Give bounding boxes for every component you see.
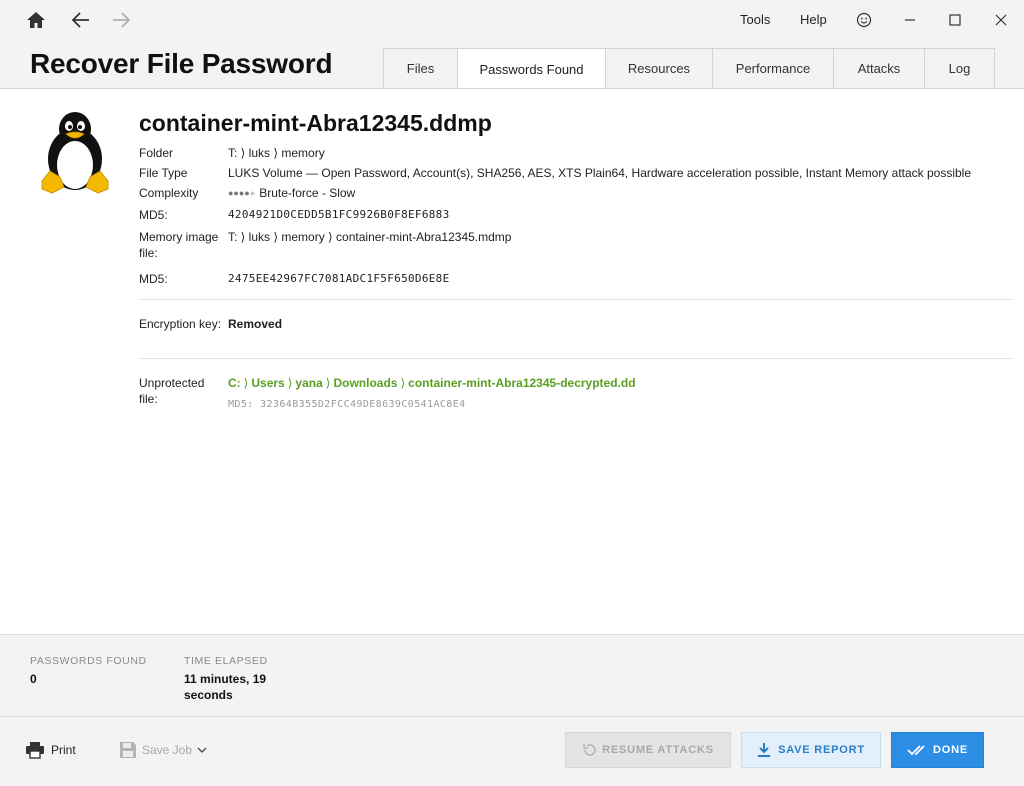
home-icon[interactable]: [25, 9, 47, 31]
unprotected-file-label: Unprotected file:: [139, 376, 205, 406]
done-button[interactable]: DONE: [891, 732, 984, 768]
tab-bar: Files Passwords Found Resources Performa…: [383, 48, 995, 90]
path-separator-icon: ⟩: [400, 376, 406, 390]
close-icon[interactable]: [989, 8, 1013, 32]
print-button[interactable]: Print: [25, 741, 76, 759]
complexity-label: Complexity: [139, 186, 199, 200]
memory-image-label: Memory image file:: [139, 230, 219, 260]
path-separator-icon: ⟩: [325, 376, 331, 390]
footer-toolbar: Print Save Job RESUME ATTACKS SAVE REPOR…: [0, 716, 1024, 786]
tux-penguin-icon: [38, 111, 112, 195]
file-name: container-mint-Abra12345.ddmp: [139, 110, 492, 136]
resume-attacks-button[interactable]: RESUME ATTACKS: [565, 732, 731, 768]
tab-attacks[interactable]: Attacks: [834, 48, 925, 89]
md5-value: 4204921D0CEDD5B1FC9926B0F8EF6883: [228, 208, 450, 221]
path-segment: Users: [251, 376, 285, 390]
path-segment: C:: [228, 376, 241, 390]
print-label: Print: [51, 743, 76, 757]
time-elapsed-value: 11 minutes, 19 seconds: [184, 672, 267, 702]
encryption-key-value: Removed: [228, 317, 283, 331]
path-separator-icon: ⟩: [287, 376, 293, 390]
path-segment: yana: [295, 376, 323, 390]
tab-passwords-found[interactable]: Passwords Found: [458, 48, 606, 90]
floppy-disk-icon: [119, 741, 137, 759]
complexity-dots-icon: ●●●●●: [228, 188, 256, 198]
tab-log[interactable]: Log: [925, 48, 995, 89]
save-job-label: Save Job: [142, 743, 193, 757]
folder-value: T: ⟩ luks ⟩ memory: [228, 146, 325, 160]
path-segment: container-mint-Abra12345-decrypted.dd: [408, 376, 636, 390]
encryption-key-label: Encryption key:: [139, 317, 222, 331]
divider: [139, 299, 1013, 300]
stats-bar: PASSWORDS FOUND 0 TIME ELAPSED 11 minute…: [0, 634, 1024, 716]
md5-label: MD5:: [139, 208, 168, 222]
menu-help[interactable]: Help: [800, 12, 827, 27]
tab-files[interactable]: Files: [383, 48, 458, 89]
path-segment: Downloads: [333, 376, 398, 390]
file-type-value: LUKS Volume — Open Password, Account(s),…: [228, 166, 972, 180]
unprotected-file-path[interactable]: C: ⟩ Users ⟩ yana ⟩ Downloads ⟩ container-mint-A…: [228, 375, 636, 391]
done-label: DONE: [933, 744, 968, 756]
time-elapsed-caption: TIME ELAPSED: [184, 655, 268, 667]
minimize-icon[interactable]: [898, 8, 922, 32]
passwords-found-panel: container-mint-Abra12345.ddmp Folder T: …: [0, 88, 1024, 634]
complexity-value-group: ●●●●● Brute-force - Slow: [228, 185, 355, 201]
md5-memory-label: MD5:: [139, 272, 168, 286]
tab-performance[interactable]: Performance: [713, 48, 834, 89]
forward-arrow-icon[interactable]: [110, 9, 132, 31]
divider: [139, 358, 1013, 359]
passwords-found-caption: PASSWORDS FOUND: [30, 655, 147, 667]
save-job-button[interactable]: Save Job: [119, 741, 207, 759]
file-type-label: File Type: [139, 166, 188, 180]
page-title: Recover File Password: [30, 48, 333, 79]
complexity-value: Brute-force - Slow: [259, 186, 356, 200]
save-report-button[interactable]: SAVE REPORT: [741, 732, 881, 768]
md5-memory-value: 2475EE42967FC7081ADC1F5F650D6E8E: [228, 272, 450, 285]
double-check-icon: [907, 744, 929, 756]
path-separator-icon: ⟩: [243, 376, 249, 390]
feedback-smiley-icon[interactable]: [852, 8, 876, 32]
tab-resources[interactable]: Resources: [606, 48, 713, 89]
printer-icon: [25, 741, 45, 759]
memory-image-value: T: ⟩ luks ⟩ memory ⟩ container-mint-Abra…: [228, 230, 512, 244]
passwords-found-value: 0: [30, 672, 37, 686]
chevron-down-icon: [197, 747, 207, 753]
maximize-icon[interactable]: [943, 8, 967, 32]
resume-attacks-label: RESUME ATTACKS: [602, 744, 714, 756]
download-icon: [757, 742, 771, 758]
folder-label: Folder: [139, 146, 174, 160]
back-arrow-icon[interactable]: [70, 9, 92, 31]
resume-icon: [582, 742, 598, 758]
unprotected-md5: MD5: 32364B355D2FCC49DE8639C0541AC8E4: [228, 399, 466, 410]
title-bar: Tools Help: [0, 0, 1024, 40]
save-report-label: SAVE REPORT: [778, 744, 865, 756]
menu-tools[interactable]: Tools: [740, 12, 770, 27]
